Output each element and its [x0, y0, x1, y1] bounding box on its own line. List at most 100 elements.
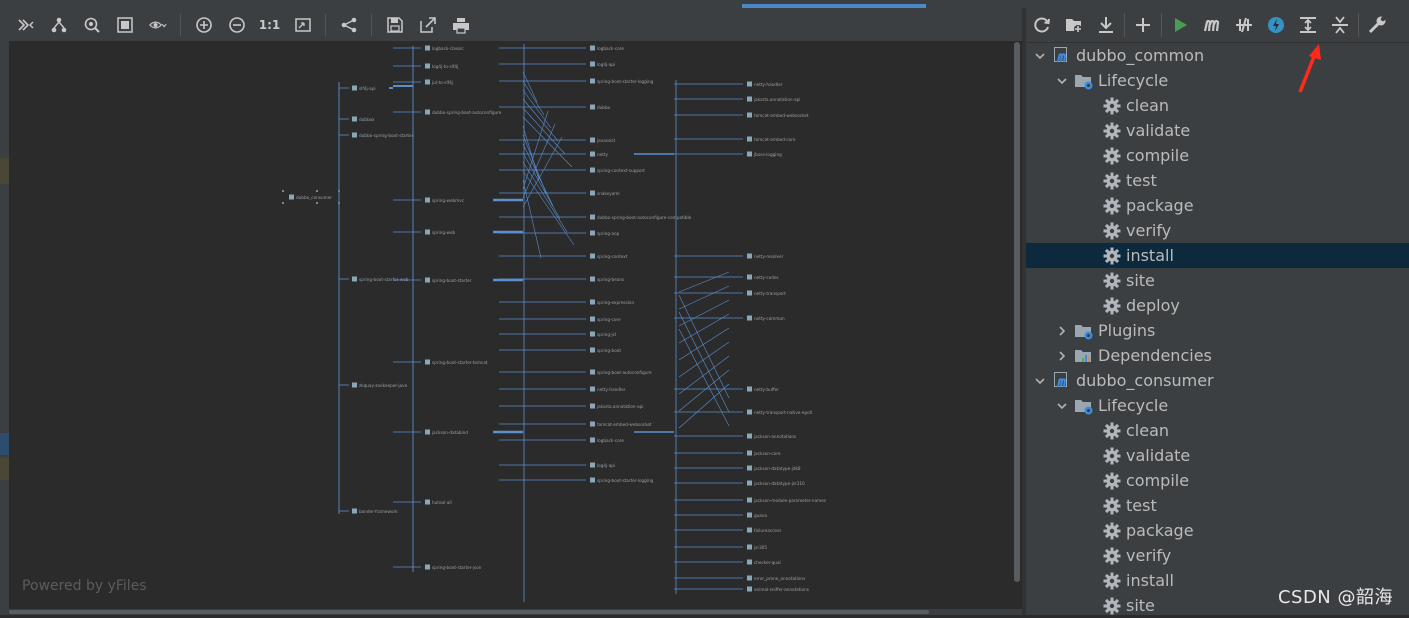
dependency-node[interactable]: tomcat-embed-core — [747, 136, 796, 143]
tree-item-dubbo-consumer[interactable]: dubbo_consumer — [1026, 368, 1409, 393]
dependency-node[interactable]: spring-boot-starter-json — [425, 564, 482, 571]
visibility-icon[interactable] — [143, 12, 173, 38]
reload-icon[interactable] — [1026, 11, 1058, 39]
tree-item-verify[interactable]: verify — [1026, 218, 1409, 243]
dependency-node[interactable]: tomcat-embed-websocket — [747, 112, 809, 119]
dependency-node[interactable]: netty-transport — [747, 290, 786, 297]
dependency-node[interactable]: javassist — [590, 137, 615, 144]
selection-frame-icon[interactable] — [110, 12, 140, 38]
tree-item-validate[interactable]: validate — [1026, 443, 1409, 468]
dependency-node[interactable]: slf4j-api — [352, 85, 376, 92]
tree-item-plugins[interactable]: Plugins — [1026, 318, 1409, 343]
scrollbar-thumb[interactable] — [1014, 42, 1020, 582]
export-icon[interactable] — [413, 12, 443, 38]
chevron-down-icon[interactable] — [1034, 50, 1046, 62]
run-icon[interactable] — [1164, 11, 1196, 39]
collapse-all-icon[interactable] — [1324, 11, 1356, 39]
dependency-node[interactable]: spring-aop — [590, 230, 620, 237]
tree-item-install[interactable]: install — [1026, 243, 1409, 268]
dependency-node[interactable]: dubbo-spring-boot-starter — [352, 132, 414, 139]
diagram-vertical-scrollbar[interactable] — [1012, 42, 1022, 609]
dependency-node[interactable]: netty — [590, 151, 609, 158]
fit-page-icon[interactable] — [288, 12, 318, 38]
dependency-node[interactable]: snakeyaml — [590, 190, 620, 197]
dependency-node[interactable]: dubbox — [352, 116, 375, 123]
actual-size-icon[interactable]: 1:1 — [255, 12, 285, 38]
share-icon[interactable] — [334, 12, 364, 38]
dependency-node[interactable]: spring-boot — [590, 347, 621, 354]
tree-item-site[interactable]: site — [1026, 268, 1409, 293]
chevron-down-icon[interactable] — [1056, 75, 1068, 87]
dependency-node[interactable]: spring-boot-autoconfigure — [590, 369, 652, 376]
tree-item-test[interactable]: test — [1026, 168, 1409, 193]
dependency-node[interactable]: guava — [747, 512, 767, 519]
tree-item-validate[interactable]: validate — [1026, 118, 1409, 143]
show-dependencies-icon[interactable] — [11, 12, 41, 38]
dependency-node[interactable]: logback-core — [590, 45, 624, 52]
dependency-node[interactable]: zkquay-zookeeper-java — [352, 382, 408, 389]
dependency-node[interactable]: spring-expression — [590, 299, 634, 306]
add-icon[interactable] — [1127, 11, 1159, 39]
dependency-node[interactable]: jakarta.annotation-api — [747, 96, 800, 103]
dependency-node[interactable]: netty-handler — [590, 386, 626, 393]
dependency-node[interactable]: log4j-to-slf4j — [425, 63, 458, 70]
tree-item-dubbo-common[interactable]: dubbo_common — [1026, 43, 1409, 68]
zoom-out-icon[interactable] — [222, 12, 252, 38]
selection-handle[interactable] — [316, 202, 318, 204]
dependency-node[interactable]: spring-core — [590, 316, 621, 323]
settings-wrench-icon[interactable] — [1361, 11, 1393, 39]
dependency-node[interactable]: failureaccess — [747, 527, 781, 534]
tree-item-dependencies[interactable]: Dependencies — [1026, 343, 1409, 368]
dependency-node[interactable]: jackson-datatype-jsr310 — [747, 480, 805, 487]
tree-item-verify[interactable]: verify — [1026, 543, 1409, 568]
dependency-node[interactable]: tomcat-embed-websocket — [590, 421, 652, 428]
tree-item-clean[interactable]: clean — [1026, 93, 1409, 118]
dependency-node[interactable]: spring-beans — [590, 276, 624, 283]
tree-item-lifecycle[interactable]: Lifecycle — [1026, 393, 1409, 418]
dependency-node[interactable]: log4j-api — [590, 61, 615, 68]
fit-content-icon[interactable] — [77, 12, 107, 38]
chevron-right-icon[interactable] — [1056, 325, 1068, 337]
tree-item-compile[interactable]: compile — [1026, 143, 1409, 168]
dependency-node[interactable]: spring-context — [590, 253, 628, 260]
dependency-node[interactable]: spring-context-support — [590, 167, 645, 174]
dependency-node[interactable]: jboss-logging — [747, 151, 782, 158]
selection-handle[interactable] — [316, 190, 318, 192]
dependency-node[interactable]: netty-transport-native-epoll — [747, 409, 812, 416]
skip-tests-icon[interactable] — [1228, 11, 1260, 39]
root-dependency-node[interactable]: dubbo_consumer — [289, 194, 332, 201]
dependency-node[interactable]: spring-boot-starter-web — [352, 276, 409, 283]
dependency-node[interactable]: spring-boot-starter — [425, 277, 472, 284]
dependency-node[interactable]: spring-web — [425, 229, 456, 236]
dependency-node[interactable]: jackson-annotations — [747, 433, 796, 440]
tree-item-package[interactable]: package — [1026, 193, 1409, 218]
chevron-down-icon[interactable] — [1034, 375, 1046, 387]
dependency-node[interactable]: spring-boot-starter-tomcat — [425, 359, 488, 366]
selection-handle[interactable] — [282, 190, 284, 192]
dependency-node[interactable]: spring-boot-starter-logging — [590, 477, 654, 484]
dependency-node[interactable]: logback-core — [590, 437, 624, 444]
dependency-node[interactable]: logback-classic — [425, 45, 464, 52]
dependency-node[interactable]: jackson-module-parameter-names — [747, 497, 826, 504]
maven-projects-tree[interactable]: dubbo_common Lifecycle clean validate compil… — [1026, 43, 1409, 618]
dependency-node[interactable]: jsr305 — [747, 544, 767, 551]
dependency-node[interactable]: netty-handler — [747, 81, 783, 88]
dependency-node[interactable]: spring-webmvc — [425, 197, 465, 204]
selection-handle[interactable] — [282, 202, 284, 204]
dependency-node[interactable]: spring-boot-starter-logging — [590, 78, 654, 85]
save-icon[interactable] — [380, 12, 410, 38]
tree-item-package[interactable]: package — [1026, 518, 1409, 543]
dependency-node[interactable]: jul-to-slf4j — [425, 79, 453, 86]
dependency-node[interactable]: netty-buffer — [747, 386, 779, 393]
diagram-horizontal-scrollbar[interactable] — [9, 609, 1022, 615]
dependency-node[interactable]: jackson-datatype-jdk8 — [747, 465, 801, 472]
dependency-node[interactable]: bander-framework — [352, 508, 398, 515]
scrollbar-thumb[interactable] — [9, 610, 929, 614]
tree-item-lifecycle[interactable]: Lifecycle — [1026, 68, 1409, 93]
offline-icon[interactable] — [1260, 11, 1292, 39]
chevron-right-icon[interactable] — [1056, 350, 1068, 362]
dependency-node[interactable]: checker-qual — [747, 559, 781, 566]
dependency-node[interactable]: animal-sniffer-annotations — [747, 586, 809, 593]
show-dependencies-icon[interactable] — [1292, 11, 1324, 39]
dependency-node[interactable]: jackson-databind — [425, 429, 468, 436]
